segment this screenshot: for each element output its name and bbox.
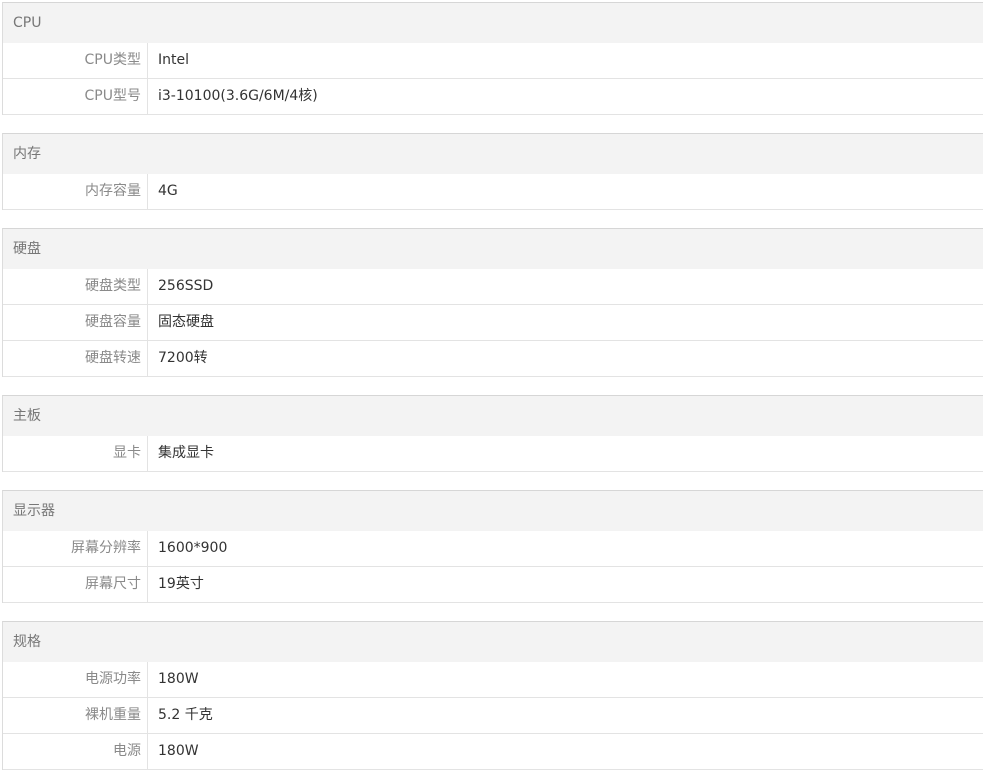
spec-row: 屏幕尺寸 19英寸 xyxy=(3,567,983,603)
spec-value: 19英寸 xyxy=(158,576,204,592)
spec-label: CPU类型 xyxy=(3,43,148,78)
spec-label: CPU型号 xyxy=(3,79,148,114)
spec-value: Intel xyxy=(158,52,189,68)
spec-label: 裸机重量 xyxy=(3,698,148,733)
spec-label: 硬盘类型 xyxy=(3,269,148,304)
spec-value: 集成显卡 xyxy=(158,445,214,461)
spec-label: 屏幕分辨率 xyxy=(3,531,148,566)
spec-value: 4G xyxy=(158,183,178,199)
spec-row: 电源功率 180W xyxy=(3,662,983,698)
spec-value: 256SSD xyxy=(158,278,214,294)
spec-row: 电源 180W xyxy=(3,734,983,770)
spec-row: 裸机重量 5.2 千克 xyxy=(3,698,983,734)
spec-label: 电源功率 xyxy=(3,662,148,697)
section-title: CPU xyxy=(3,3,983,43)
spec-row: 硬盘容量 固态硬盘 xyxy=(3,305,983,341)
section-title: 内存 xyxy=(3,134,983,174)
spec-label: 硬盘转速 xyxy=(3,341,148,376)
section-title: 硬盘 xyxy=(3,229,983,269)
spec-label: 硬盘容量 xyxy=(3,305,148,340)
spec-value: 1600*900 xyxy=(158,540,228,556)
section-title: 主板 xyxy=(3,396,983,436)
spec-row: 内存容量 4G xyxy=(3,174,983,210)
spec-value: 固态硬盘 xyxy=(158,314,214,330)
spec-row: CPU型号 i3-10100(3.6G/6M/4核) xyxy=(3,79,983,115)
spec-label: 显卡 xyxy=(3,436,148,471)
spec-section-disk: 硬盘 硬盘类型 256SSD 硬盘容量 固态硬盘 硬盘转速 7200转 xyxy=(2,228,983,377)
spec-value: i3-10100(3.6G/6M/4核) xyxy=(158,88,318,104)
spec-row: 屏幕分辨率 1600*900 xyxy=(3,531,983,567)
spec-row: 硬盘转速 7200转 xyxy=(3,341,983,377)
spec-row: CPU类型 Intel xyxy=(3,43,983,79)
spec-label: 电源 xyxy=(3,734,148,769)
spec-section-memory: 内存 内存容量 4G xyxy=(2,133,983,210)
spec-value: 5.2 千克 xyxy=(158,707,213,723)
spec-section-motherboard: 主板 显卡 集成显卡 xyxy=(2,395,983,472)
spec-row: 显卡 集成显卡 xyxy=(3,436,983,472)
spec-section-display: 显示器 屏幕分辨率 1600*900 屏幕尺寸 19英寸 xyxy=(2,490,983,603)
section-title: 规格 xyxy=(3,622,983,662)
spec-value: 180W xyxy=(158,671,199,687)
spec-section-cpu: CPU CPU类型 Intel CPU型号 i3-10100(3.6G/6M/4… xyxy=(2,2,983,115)
spec-label: 内存容量 xyxy=(3,174,148,209)
spec-value: 180W xyxy=(158,743,199,759)
section-title: 显示器 xyxy=(3,491,983,531)
spec-row: 硬盘类型 256SSD xyxy=(3,269,983,305)
spec-section-specs: 规格 电源功率 180W 裸机重量 5.2 千克 电源 180W xyxy=(2,621,983,770)
spec-label: 屏幕尺寸 xyxy=(3,567,148,602)
spec-value: 7200转 xyxy=(158,350,208,366)
